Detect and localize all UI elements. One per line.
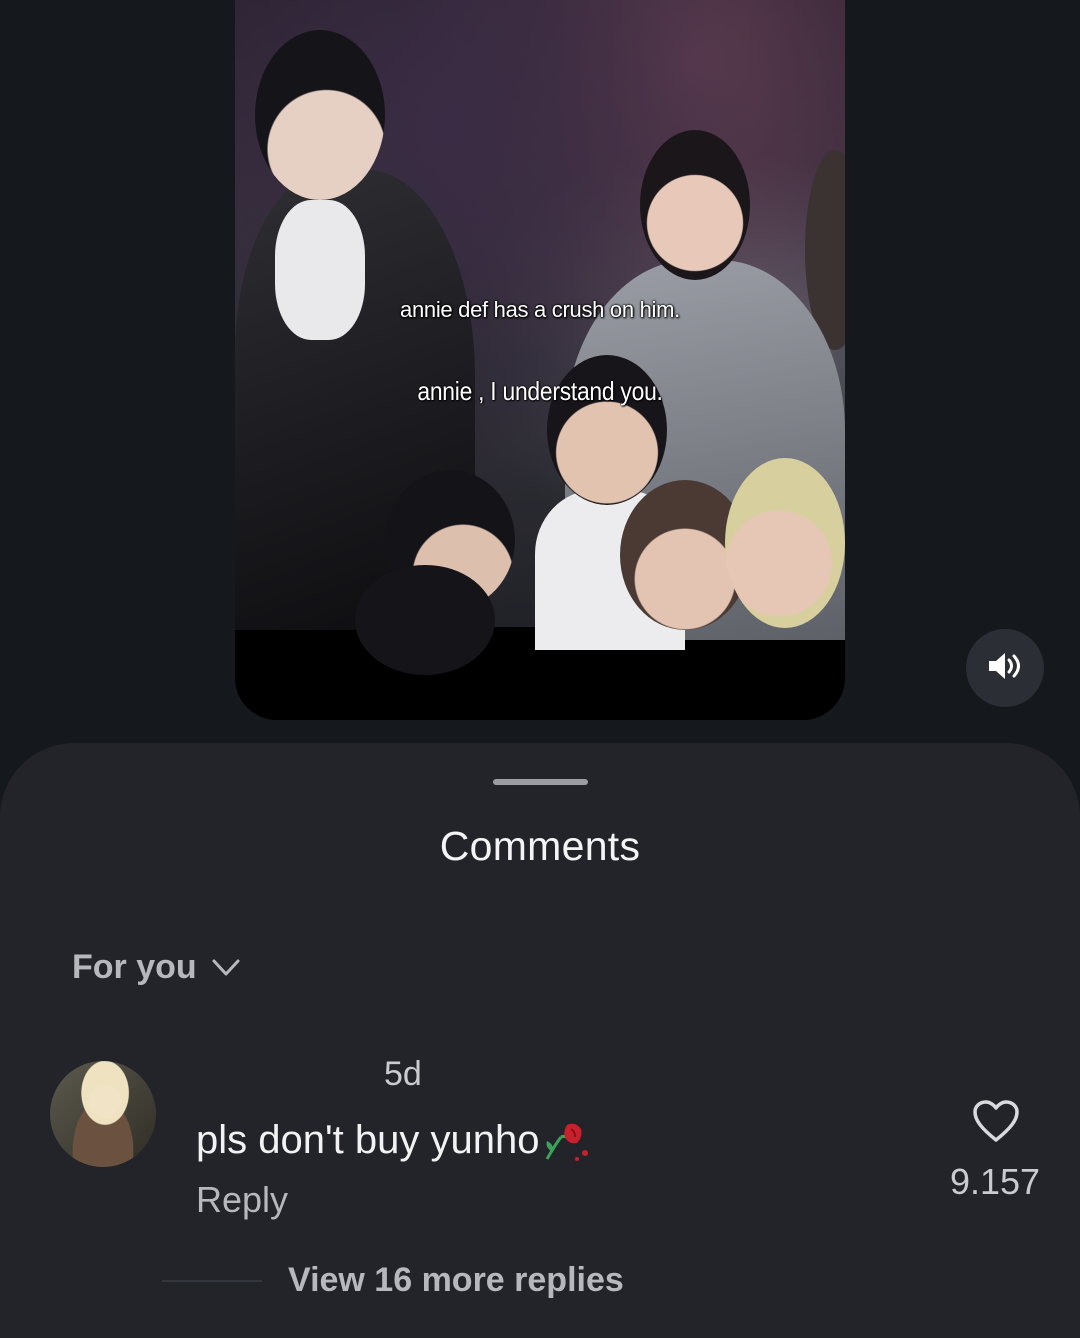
comment-time: 5d — [384, 1055, 422, 1093]
sheet-drag-handle[interactable] — [493, 779, 588, 785]
avatar[interactable] — [50, 1061, 156, 1167]
view-replies-button[interactable]: View 16 more replies — [288, 1261, 624, 1300]
like-count: 9.157 — [949, 1161, 1041, 1202]
comment-body: pls don't buy yunho — [196, 1118, 591, 1163]
comments-sheet: Comments For you 5d pls don't buy yunho — [0, 743, 1080, 1338]
video-player[interactable]: annie def has a crush on him. annie , I … — [235, 0, 845, 720]
video-caption: annie , I understand you. — [417, 376, 663, 406]
video-figure — [255, 30, 385, 200]
like-button[interactable] — [970, 1099, 1022, 1147]
sort-label: For you — [72, 948, 197, 986]
video-frame[interactable]: annie def has a crush on him. annie , I … — [235, 0, 845, 675]
screen: annie def has a crush on him. annie , I … — [0, 0, 1080, 1338]
video-figure — [725, 458, 845, 628]
heart-outline-icon — [971, 1098, 1021, 1149]
comment-text: pls don't buy yunho — [196, 1118, 540, 1162]
volume-button[interactable] — [966, 629, 1044, 707]
reply-button[interactable]: Reply — [196, 1179, 288, 1221]
replies-divider — [162, 1280, 262, 1282]
speaker-icon — [987, 650, 1023, 687]
video-figure — [640, 130, 750, 280]
chevron-down-icon — [211, 958, 241, 978]
video-caption: annie def has a crush on him. — [400, 297, 680, 322]
video-figure — [355, 565, 495, 675]
wilted-rose-icon — [541, 1119, 591, 1163]
sort-dropdown[interactable]: For you — [72, 948, 241, 987]
sheet-title: Comments — [439, 823, 641, 869]
